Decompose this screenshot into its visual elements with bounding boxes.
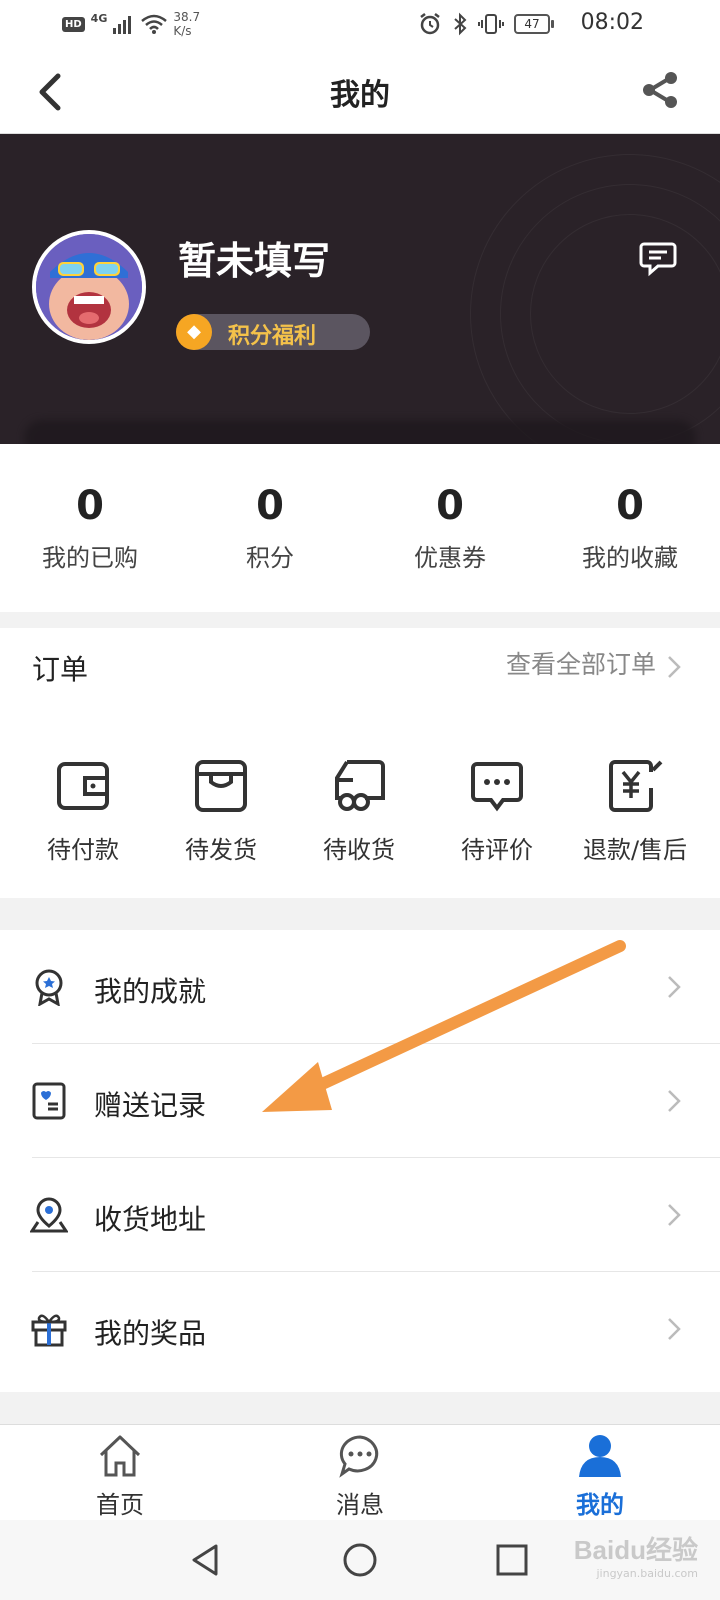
watermark-main: Baidu经验 <box>573 1535 698 1565</box>
stat-label: 优惠券 <box>414 544 486 572</box>
stat-label: 我的收藏 <box>582 544 678 572</box>
menu-item-my-prizes[interactable]: 我的奖品 <box>0 1272 720 1386</box>
truck-icon <box>335 760 385 811</box>
battery-indicator: 47 <box>514 14 554 34</box>
stat-label: 我的已购 <box>42 544 138 572</box>
status-left: HD 4G 38.7 K/s <box>62 10 200 38</box>
system-nav-bar: Baidu经验 jingyan.baidu.com <box>0 1520 720 1600</box>
chevron-right-icon <box>668 1204 681 1226</box>
box-icon <box>195 760 247 812</box>
clock: 08:02 <box>580 10 644 35</box>
wallet-icon <box>57 762 109 810</box>
tab-label: 我的 <box>576 1491 624 1519</box>
network-speed: 38.7 K/s <box>173 10 201 38</box>
share-icon[interactable] <box>640 70 680 110</box>
points-welfare-badge[interactable]: ◆ 积分福利 <box>176 314 370 350</box>
menu-list: 我的成就 赠送记录 收货地址 我的奖品 <box>0 930 720 1392</box>
stat-value: 0 <box>76 483 104 529</box>
wifi-icon <box>141 14 168 34</box>
username[interactable]: 暂未填写 <box>178 230 330 285</box>
stats-row: 0 我的已购 0 积分 0 优惠券 0 我的收藏 <box>0 444 720 612</box>
chevron-right-icon[interactable] <box>666 654 682 680</box>
status-bar: HD 4G 38.7 K/s 47 08:02 <box>0 0 720 50</box>
stat-purchased[interactable]: 0 我的已购 <box>0 444 180 612</box>
location-icon <box>30 1197 68 1233</box>
nav-back-icon[interactable] <box>186 1540 226 1580</box>
stat-value: 0 <box>256 483 284 529</box>
banner-decor-ring <box>530 214 720 414</box>
top-app-bar: 我的 <box>0 50 720 134</box>
avatar[interactable] <box>32 230 146 344</box>
comment-icon <box>471 762 523 812</box>
chevron-right-icon <box>668 1090 681 1112</box>
message-icon[interactable] <box>638 238 678 278</box>
banner-shadow <box>24 420 696 444</box>
menu-item-gift-records[interactable]: 赠送记录 <box>0 1044 720 1158</box>
orders-section: 订单 查看全部订单 待付款 待发货 待收货 待评价 退款/售后 <box>0 628 720 898</box>
chat-icon <box>339 1435 379 1478</box>
order-label: 待收货 <box>323 836 395 864</box>
baidu-watermark: Baidu经验 jingyan.baidu.com <box>574 1530 698 1580</box>
menu-label: 我的奖品 <box>94 1317 207 1350</box>
stat-label: 积分 <box>246 544 294 572</box>
order-label: 待发货 <box>185 836 257 864</box>
chevron-right-icon <box>668 976 681 998</box>
bottom-tab-bar: 首页 消息 我的 <box>0 1424 720 1520</box>
coin-icon: ◆ <box>176 314 212 350</box>
tab-mine[interactable]: 我的 <box>480 1425 720 1520</box>
tab-home[interactable]: 首页 <box>0 1425 240 1520</box>
points-welfare-label: 积分福利 <box>228 324 317 349</box>
stat-value: 0 <box>436 483 464 529</box>
watermark-sub: jingyan.baidu.com <box>596 1567 698 1580</box>
avatar-illustration <box>36 234 142 340</box>
menu-label: 收货地址 <box>94 1203 207 1236</box>
menu-label: 我的成就 <box>94 975 207 1008</box>
order-pending-receipt[interactable]: 待收货 <box>290 758 428 865</box>
vibrate-icon <box>478 14 504 34</box>
nav-recents-icon[interactable] <box>492 1540 532 1580</box>
gift-icon <box>31 1314 67 1347</box>
home-icon <box>99 1435 141 1477</box>
medal-icon <box>35 969 63 1006</box>
order-label: 待付款 <box>47 836 119 864</box>
refund-icon <box>609 760 663 812</box>
stat-points[interactable]: 0 积分 <box>180 444 360 612</box>
order-refund-after-sale[interactable]: 退款/售后 <box>566 758 704 865</box>
nav-home-icon[interactable] <box>340 1540 380 1580</box>
menu-item-shipping-address[interactable]: 收货地址 <box>0 1158 720 1272</box>
order-pending-payment[interactable]: 待付款 <box>14 758 152 865</box>
chevron-right-icon <box>668 1318 681 1340</box>
profile-banner: 暂未填写 ◆ 积分福利 <box>0 134 720 444</box>
order-label: 退款/售后 <box>582 836 688 864</box>
back-arrow-icon[interactable] <box>34 72 70 112</box>
stat-value: 0 <box>616 483 644 529</box>
bluetooth-icon <box>454 12 467 36</box>
stat-coupons[interactable]: 0 优惠券 <box>360 444 540 612</box>
menu-item-achievements[interactable]: 我的成就 <box>0 930 720 1044</box>
menu-label: 赠送记录 <box>94 1089 207 1122</box>
tab-messages[interactable]: 消息 <box>240 1425 480 1520</box>
hd-badge: HD <box>62 16 85 32</box>
user-icon <box>579 1435 621 1477</box>
gift-record-icon <box>32 1082 66 1120</box>
tab-label: 消息 <box>336 1491 384 1519</box>
order-label: 待评价 <box>461 836 533 864</box>
tab-label: 首页 <box>96 1491 144 1519</box>
signal-icon <box>113 16 132 34</box>
view-all-orders-link[interactable]: 查看全部订单 <box>506 648 656 682</box>
alarm-icon <box>420 13 440 35</box>
network-type: 4G <box>90 11 108 25</box>
page-title: 我的 <box>330 78 390 113</box>
order-status-grid: 待付款 待发货 待收货 待评价 退款/售后 <box>0 758 720 865</box>
order-pending-review[interactable]: 待评价 <box>428 758 566 865</box>
order-pending-shipment[interactable]: 待发货 <box>152 758 290 865</box>
stat-favorites[interactable]: 0 我的收藏 <box>540 444 720 612</box>
orders-title: 订单 <box>32 653 89 686</box>
status-right: 47 <box>418 12 554 36</box>
